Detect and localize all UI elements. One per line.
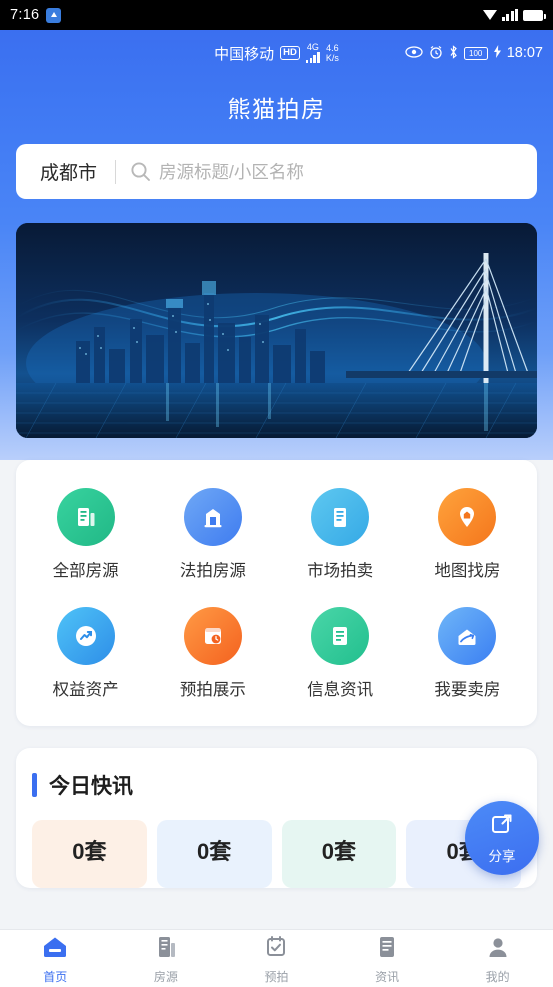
tab-information[interactable]: 资讯 — [332, 933, 443, 985]
grid-item-map-search[interactable]: 地图找房 — [404, 488, 531, 581]
grid-item-news[interactable]: 信息资讯 — [277, 607, 404, 700]
courthouse-icon — [183, 488, 242, 546]
battery-full-icon: 100 — [463, 46, 488, 60]
page-body: 全部房源 法拍房源 市场拍卖 地图找房 权益资产 预拍展示 信息资讯 我要卖房 … — [0, 223, 553, 888]
news-header: 今日快讯 — [32, 770, 521, 800]
triangle-down-icon — [482, 10, 497, 20]
grid-label: 权益资产 — [52, 681, 119, 699]
charging-icon — [493, 45, 501, 61]
calendar-check-icon — [261, 933, 291, 966]
news-title: 今日快讯 — [49, 775, 133, 798]
signal-bars-icon — [501, 9, 518, 21]
stat-unit: 套 — [333, 839, 356, 864]
hd-badge: HD — [280, 46, 300, 60]
tab-label: 首页 — [43, 969, 68, 984]
network-speed: 4.6 K/s — [326, 43, 339, 64]
grid-label: 信息资讯 — [307, 681, 374, 699]
system-status-left: 7:16 — [10, 7, 62, 23]
function-grid-card: 全部房源 法拍房源 市场拍卖 地图找房 权益资产 预拍展示 信息资讯 我要卖房 — [16, 460, 537, 726]
bluetooth-icon — [449, 44, 458, 62]
grid-item-all-listings[interactable]: 全部房源 — [22, 488, 149, 581]
banner-section — [0, 223, 553, 460]
function-grid: 全部房源 法拍房源 市场拍卖 地图找房 权益资产 预拍展示 信息资讯 我要卖房 — [22, 488, 531, 700]
tab-home[interactable]: 首页 — [0, 933, 111, 985]
search-bar[interactable]: 成都市 房源标题/小区名称 — [16, 144, 537, 199]
stat-unit: 套 — [209, 839, 232, 864]
grid-label: 我要卖房 — [434, 681, 501, 699]
tab-listings[interactable]: 房源 — [111, 933, 222, 985]
trend-arrow-icon — [56, 607, 115, 665]
speed-unit: K/s — [325, 53, 339, 63]
news-accent-bar — [32, 773, 37, 797]
tab-preview[interactable]: 预拍 — [221, 933, 332, 985]
grid-item-equity-assets[interactable]: 权益资产 — [22, 607, 149, 700]
search-input[interactable]: 房源标题/小区名称 — [159, 159, 304, 184]
system-status-right — [482, 9, 546, 21]
search-section: 成都市 房源标题/小区名称 — [0, 144, 553, 223]
share-label: 分享 — [488, 849, 516, 864]
tab-label: 房源 — [153, 969, 178, 984]
alarm-icon — [429, 45, 443, 62]
network-type-label: 4G — [306, 42, 319, 52]
app-clock: 18:07 — [506, 45, 543, 61]
stat-value: 0 — [446, 839, 459, 864]
grid-label: 地图找房 — [434, 562, 501, 580]
stat-value: 0 — [72, 839, 85, 864]
house-sell-icon — [438, 607, 497, 665]
search-divider — [115, 159, 117, 184]
carrier-name: 中国移动 — [214, 45, 275, 63]
stat-item[interactable]: 0套 — [281, 820, 397, 888]
city-selector[interactable]: 成都市 — [26, 158, 115, 185]
app-header: 中国移动 HD 4G 4.6 K/s 100 18:07 熊猫拍房 成都市 房源… — [0, 30, 553, 223]
news-stats: 0套 0套 0套 0套 — [32, 820, 521, 888]
home-icon — [40, 933, 70, 966]
page-title: 熊猫拍房 — [227, 96, 326, 122]
tab-label: 我的 — [485, 969, 510, 984]
grid-item-court-auction[interactable]: 法拍房源 — [149, 488, 276, 581]
app-status-row: 中国移动 HD 4G 4.6 K/s 100 18:07 — [0, 30, 553, 76]
calendar-clock-icon — [183, 607, 242, 665]
share-floating-button[interactable]: 分享 — [465, 801, 539, 875]
stat-item[interactable]: 0套 — [156, 820, 272, 888]
search-icon — [130, 161, 151, 182]
app-status-icons: 100 18:07 — [405, 30, 543, 76]
battery-icon — [523, 9, 546, 21]
stat-item[interactable]: 0套 — [32, 820, 147, 888]
grid-label: 市场拍卖 — [307, 562, 374, 580]
market-building-icon — [311, 488, 370, 546]
today-news-card: 今日快讯 0套 0套 0套 0套 — [16, 748, 537, 888]
battery-level: 100 — [469, 48, 483, 58]
system-status-bar: 7:16 — [0, 0, 553, 30]
stat-value: 0 — [196, 839, 210, 864]
grid-item-sell-house[interactable]: 我要卖房 — [404, 607, 531, 700]
banner-illustration — [16, 223, 537, 438]
speed-value: 4.6 — [326, 42, 339, 53]
building-list-icon — [56, 488, 115, 546]
stat-value: 0 — [321, 839, 334, 864]
news-icon — [372, 933, 402, 966]
bottom-tab-bar: 首页 房源 预拍 资讯 我的 — [0, 929, 553, 987]
document-icon — [311, 607, 370, 665]
grid-label: 法拍房源 — [179, 562, 246, 580]
grid-item-market-auction[interactable]: 市场拍卖 — [277, 488, 404, 581]
user-icon — [483, 933, 513, 966]
buildings-icon — [151, 933, 181, 966]
eye-icon — [405, 45, 423, 61]
app-badge-icon — [46, 7, 62, 23]
tab-profile[interactable]: 我的 — [442, 933, 553, 985]
network-signal-icon: 4G — [305, 42, 320, 63]
grid-label: 预拍展示 — [179, 681, 246, 699]
grid-label: 全部房源 — [52, 562, 119, 580]
stat-unit: 套 — [84, 839, 107, 864]
tab-label: 预拍 — [264, 969, 289, 984]
map-pin-icon — [438, 488, 497, 546]
share-external-icon — [489, 811, 515, 842]
system-clock: 7:16 — [10, 7, 40, 23]
promo-banner[interactable] — [16, 223, 537, 438]
tab-label: 资讯 — [375, 969, 400, 984]
grid-item-preview-auction[interactable]: 预拍展示 — [149, 607, 276, 700]
